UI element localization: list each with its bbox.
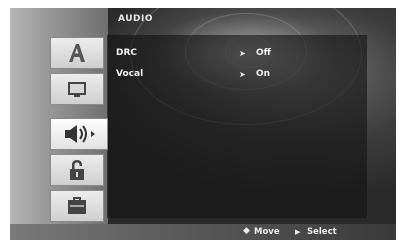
page-title: AUDIO (118, 14, 153, 24)
monitor-icon (68, 82, 86, 97)
drc-label: DRC (116, 48, 138, 58)
select-hint: Select (307, 227, 337, 237)
tab-display[interactable] (50, 73, 104, 105)
settings-panel (107, 35, 367, 218)
move-hint: Move (254, 227, 280, 237)
footer-bar (10, 224, 396, 240)
letter-a-icon (69, 44, 85, 62)
drc-value[interactable]: Off (256, 48, 271, 58)
vocal-label: Vocal (116, 69, 144, 79)
vocal-value[interactable]: On (256, 69, 270, 79)
tab-lock[interactable] (50, 154, 104, 186)
vocal-arrow-icon: ➤ (239, 70, 246, 79)
tab-language[interactable] (50, 37, 104, 69)
osd-screen: AUDIO DRC ➤ Off Vocal ➤ On ◆ Move ▶ Sele… (10, 8, 396, 240)
tab-others[interactable] (50, 190, 104, 222)
briefcase-icon (68, 197, 86, 214)
padlock-icon (70, 160, 84, 180)
drc-arrow-icon: ➤ (239, 49, 246, 58)
select-icon: ▶ (295, 228, 301, 236)
move-icon: ◆ (243, 226, 250, 236)
tab-audio[interactable] (50, 118, 108, 150)
speaker-icon (65, 125, 95, 143)
